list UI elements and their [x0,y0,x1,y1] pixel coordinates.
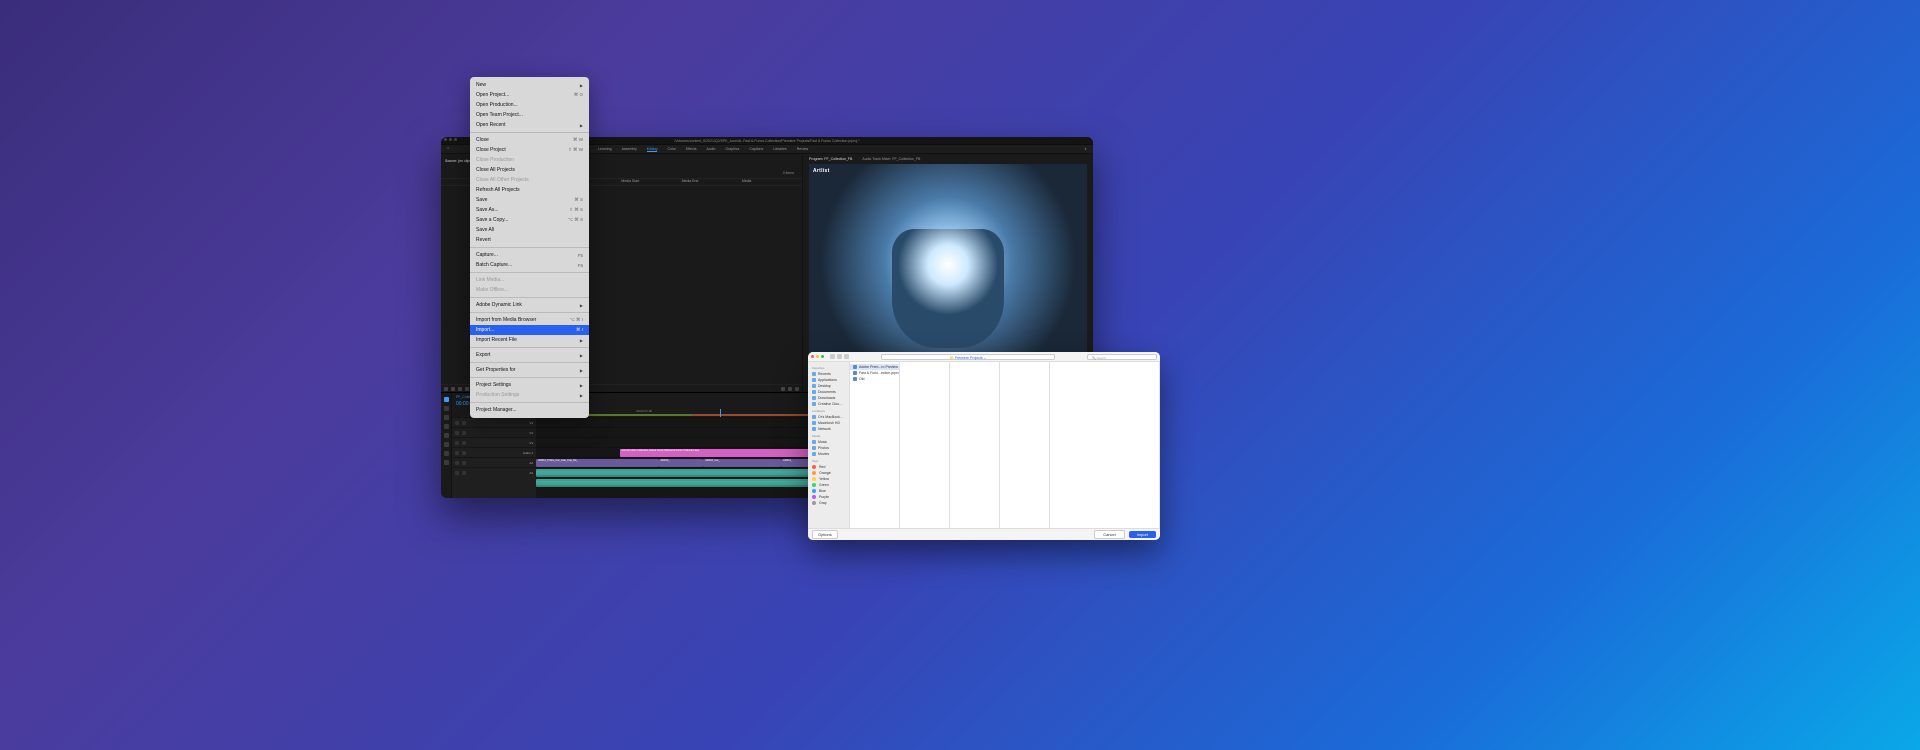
workspace-tab-effects[interactable]: Effects [686,147,697,152]
track-head-a3[interactable]: A3 [452,467,536,477]
track-head-a1[interactable]: Audio 1 [452,447,536,457]
workspace-tab-captions[interactable]: Captions [749,147,763,152]
menu-item-save[interactable]: Save⌘ S [470,195,589,205]
search-input[interactable]: 🔍 Search [1087,354,1157,360]
program-tab[interactable]: Program: FF_Collection_FB [809,157,852,161]
track-head-a2[interactable]: A2 [452,457,536,467]
forward-icon[interactable] [837,354,842,359]
home-icon[interactable]: ⌂ [447,146,454,153]
track-headers[interactable]: V3V2V1Audio 1A2A3 [452,417,536,498]
column-header[interactable]: Media Start [621,179,681,185]
favorites-header: Favorites [808,364,849,371]
source-tab[interactable]: Source: (no clips) [445,159,472,163]
menu-item-import[interactable]: Import...⌘ I [470,325,589,335]
video-clip[interactable]: AM016_Car_ [703,459,781,467]
path-crumb[interactable]: 📁 Premiere Projects ⌄ [881,354,1055,360]
media-header: Media [808,432,849,439]
back-icon[interactable] [830,354,835,359]
column-header[interactable]: Media [742,179,802,185]
workspace-tab-color[interactable]: Color [667,147,675,152]
program-tab[interactable]: Audio Track Mixer: FF_Collection_FB [862,157,920,161]
menu-item-capture[interactable]: Capture...F5 [470,250,589,260]
share-icon[interactable]: ⇪ [1084,147,1087,151]
track-head-v2[interactable]: V2 [452,427,536,437]
finder-toolbar: 📁 Premiere Projects ⌄ 🔍 Search [808,352,1160,362]
menu-item-close-project[interactable]: Close Project⇧ ⌘ W [470,145,589,155]
import-button[interactable]: Import [1129,531,1156,538]
preview-frame [809,164,1087,380]
options-button[interactable]: Options [812,530,838,539]
menu-item-import-from-media-browser[interactable]: Import from Media Browser⌥ ⌘ I [470,315,589,325]
menu-item-close-all-projects[interactable]: Close All Projects [470,165,589,175]
ruler-mark: 00:00:07:00 [636,409,652,413]
menu-item-save-all[interactable]: Save All [470,225,589,235]
menu-item-save-a-copy[interactable]: Save a Copy...⌥ ⌘ S [470,215,589,225]
workspace-tab-assembly[interactable]: Assembly [622,147,637,152]
column-browser[interactable]: Adobe Prem...ro PreviewFast & Furio...ec… [850,362,1160,528]
window-title: /Volumes/content_5/2021/Q2/SPK_June/AL.F… [674,139,859,143]
import-file-dialog: 📁 Premiere Projects ⌄ 🔍 Search Favorites… [808,352,1160,540]
menu-item-get-properties-for[interactable]: Get Properties for▶ [470,365,589,375]
menu-item-project-settings[interactable]: Project Settings▶ [470,380,589,390]
menu-item-refresh-all-projects[interactable]: Refresh All Projects [470,185,589,195]
program-monitor[interactable]: Artlist [809,164,1087,380]
workspace-tab-graphics[interactable]: Graphics [725,147,739,152]
workspace-tab-libraries[interactable]: Libraries [773,147,786,152]
menu-item-link-media: Link Media... [470,275,589,285]
menu-item-open-project[interactable]: Open Project...⌘ O [470,90,589,100]
menu-item-save-as[interactable]: Save As...⇧ ⌘ S [470,205,589,215]
menu-item-revert[interactable]: Revert [470,235,589,245]
video-clip[interactable]: AM014_ [659,459,704,467]
track-head-v1[interactable]: V1 [452,437,536,447]
menu-item-close[interactable]: Close⌘ W [470,135,589,145]
menu-item-make-offline: Make Offline... [470,285,589,295]
cancel-button[interactable]: Cancel [1094,530,1124,539]
file-menu-dropdown: New▶Open Project...⌘ OOpen Production...… [470,77,589,418]
tool-palette[interactable] [441,393,452,498]
tags-header: Tags [808,457,849,464]
video-clip[interactable]: AM012_Police_Car_Late_Cop_Ra_ [536,459,659,467]
artlist-watermark: Artlist [813,168,830,174]
view-icon[interactable] [844,354,849,359]
tag-gray[interactable]: Gray [808,500,849,506]
menu-item-production-settings: Production Settings▶ [470,390,589,400]
menu-item-open-team-project[interactable]: Open Team Project... [470,110,589,120]
workspace-tab-learning[interactable]: Learning [598,147,612,152]
finder-sidebar: Favorites RecentsApplicationsDesktopDocu… [808,362,850,528]
column-header[interactable]: Media End [682,179,742,185]
menu-item-open-production[interactable]: Open Production... [470,100,589,110]
menu-item-new[interactable]: New▶ [470,80,589,90]
locations-header: Locations [808,407,849,414]
menu-item-close-all-other-projects: Close All Other Projects [470,175,589,185]
menu-item-batch-capture[interactable]: Batch Capture...F6 [470,260,589,270]
workspace-tab-editing[interactable]: Editing [647,147,658,152]
workspace-tab-audio[interactable]: Audio [706,147,715,152]
menu-item-import-recent-file[interactable]: Import Recent File▶ [470,335,589,345]
menu-item-close-production: Close Production [470,155,589,165]
track-head-v3[interactable]: V3 [452,417,536,427]
dialog-footer: Options Cancel Import [808,528,1160,540]
traffic-lights[interactable] [811,355,824,358]
workspace-tab-review[interactable]: Review [797,147,808,152]
menu-item-open-recent[interactable]: Open Recent▶ [470,120,589,130]
menu-item-project-manager[interactable]: Project Manager... [470,405,589,415]
menu-item-adobe-dynamic-link[interactable]: Adobe Dynamic Link▶ [470,300,589,310]
menu-item-export[interactable]: Export▶ [470,350,589,360]
traffic-lights[interactable] [444,138,457,141]
finder-row[interactable]: Old [850,376,899,382]
project-items-count: 0 items [783,171,794,175]
